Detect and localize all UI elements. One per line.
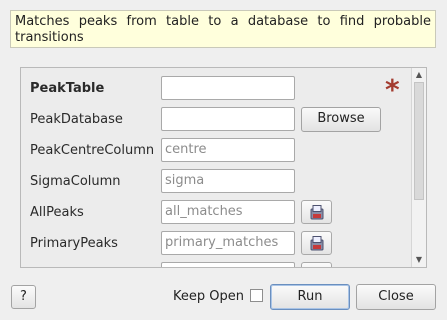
allpeaks-save-button[interactable] xyxy=(301,200,332,224)
peakcentrecolumn-label: PeakCentreColumn xyxy=(30,143,155,158)
peakdatabase-label: PeakDatabase xyxy=(30,112,123,127)
primarypeaks-input[interactable]: primary_matches xyxy=(161,231,295,255)
peaktable-input[interactable] xyxy=(161,76,295,100)
property-row-allpeaks: AllPeaks all_matches xyxy=(21,200,411,226)
keep-open-checkbox[interactable] xyxy=(250,289,263,302)
keep-open-label: Keep Open xyxy=(173,289,244,304)
save-icon xyxy=(310,236,324,251)
cutoff-save-button[interactable] xyxy=(301,262,332,267)
property-row-cutoff xyxy=(21,262,411,267)
property-row-peakdatabase: PeakDatabase Browse xyxy=(21,107,411,133)
scrollbar-thumb[interactable] xyxy=(414,82,424,200)
peakdatabase-input[interactable] xyxy=(161,107,295,131)
algorithm-description: Matches peaks from table to a database t… xyxy=(10,10,436,48)
peaktable-label: PeakTable xyxy=(30,81,105,96)
peakcentrecolumn-input[interactable]: centre xyxy=(161,138,295,162)
property-row-peakcentrecolumn: PeakCentreColumn centre xyxy=(21,138,411,164)
save-icon xyxy=(310,205,324,220)
property-row-sigmacolumn: SigmaColumn sigma xyxy=(21,169,411,195)
allpeaks-input[interactable]: all_matches xyxy=(161,200,295,224)
run-button[interactable]: Run xyxy=(270,284,350,310)
primarypeaks-label: PrimaryPeaks xyxy=(30,236,118,251)
sigmacolumn-input[interactable]: sigma xyxy=(161,169,295,193)
help-button[interactable]: ? xyxy=(11,285,36,309)
close-button[interactable]: Close xyxy=(356,284,436,310)
cutoff-input[interactable] xyxy=(161,262,295,267)
primarypeaks-save-button[interactable] xyxy=(301,231,332,255)
properties-panel: PeakTable * PeakDatabase Browse PeakCent… xyxy=(20,67,427,268)
browse-button[interactable]: Browse xyxy=(301,107,381,132)
property-row-peaktable: PeakTable * xyxy=(21,73,411,106)
property-row-primarypeaks: PrimaryPeaks primary_matches xyxy=(21,231,411,257)
scroll-down-arrow-icon[interactable]: ▼ xyxy=(412,253,426,267)
scroll-up-arrow-icon[interactable]: ▲ xyxy=(412,68,426,82)
sigmacolumn-label: SigmaColumn xyxy=(30,174,121,189)
mandatory-star-icon: * xyxy=(385,73,400,106)
allpeaks-label: AllPeaks xyxy=(30,205,84,220)
vertical-scrollbar[interactable]: ▲ ▼ xyxy=(411,68,426,267)
